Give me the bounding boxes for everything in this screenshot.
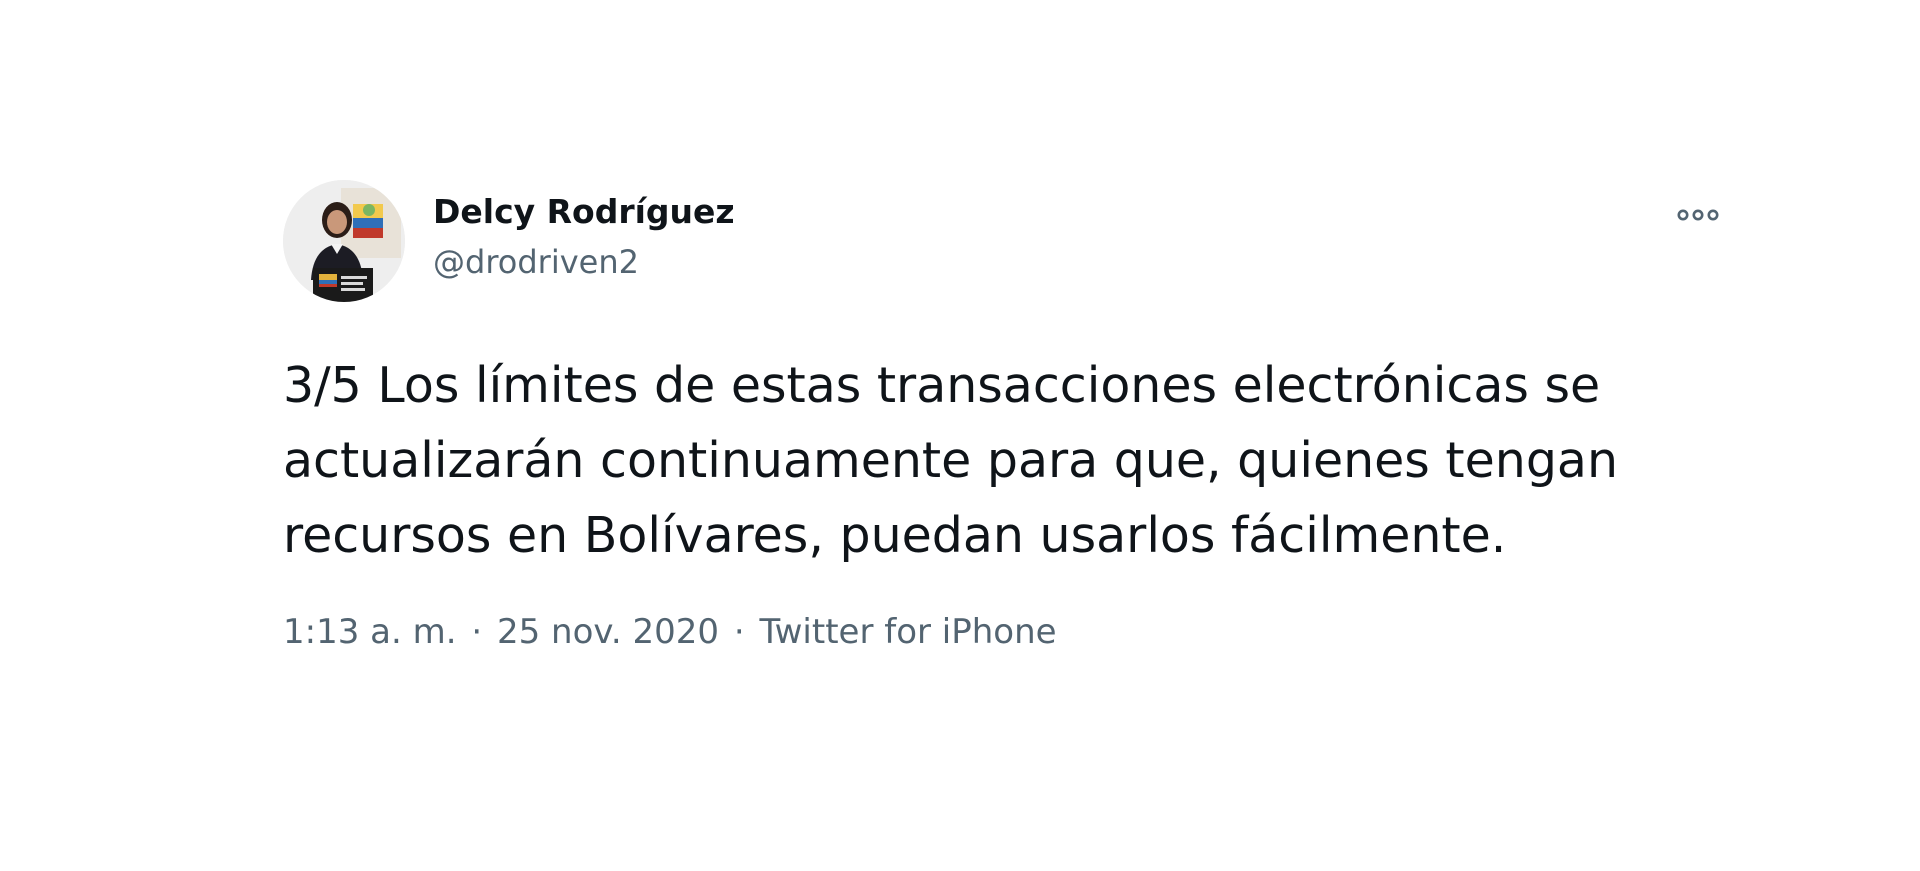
tweet-text-line: actualizarán continuamente para que, qui… — [283, 432, 1619, 489]
tweet-source-link[interactable]: Twitter for iPhone — [759, 612, 1056, 652]
tweet-text-line: 3/5 Los límites de estas transacciones e… — [283, 357, 1601, 414]
author-handle[interactable]: @drodriven2 — [433, 242, 639, 282]
author-name[interactable]: Delcy Rodríguez — [433, 192, 735, 232]
tweet-time-link[interactable]: 1:13 a. m. — [283, 612, 457, 652]
avatar[interactable] — [283, 180, 405, 302]
more-options-icon — [1677, 209, 1719, 221]
meta-separator: · — [471, 612, 483, 652]
tweet-date-link[interactable]: 25 nov. 2020 — [497, 612, 719, 652]
tweet-card: Delcy Rodríguez @drodriven2 3/5 Los lími… — [283, 180, 1723, 660]
meta-separator: · — [733, 612, 745, 652]
tweet-text: 3/5 Los límites de estas transacciones e… — [283, 348, 1703, 573]
tweet-text-line: recursos en Bolívares, puedan usarlos fá… — [283, 507, 1507, 564]
avatar-photo-icon — [283, 180, 405, 302]
more-options-button[interactable] — [1673, 200, 1723, 230]
tweet-meta: 1:13 a. m. · 25 nov. 2020 · Twitter for … — [283, 610, 1057, 654]
